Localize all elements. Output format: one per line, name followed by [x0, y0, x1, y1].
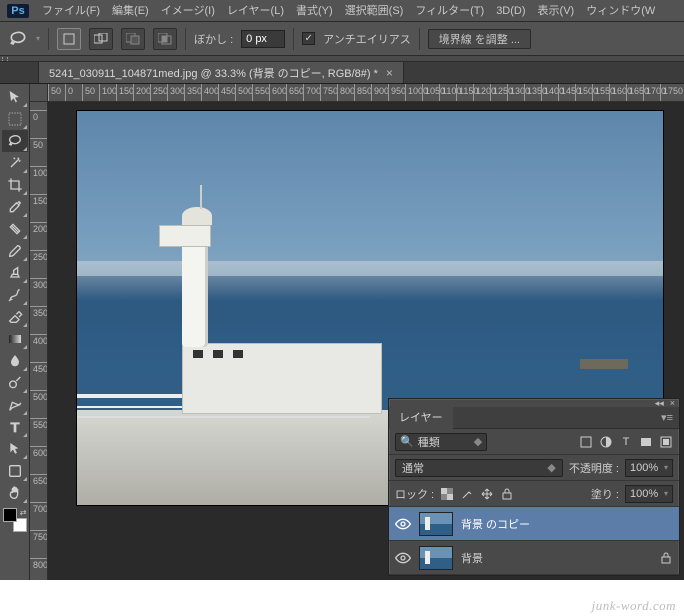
tool-pen[interactable] [2, 394, 28, 416]
menu-file[interactable]: ファイル(F) [36, 0, 106, 22]
feather-input[interactable] [241, 30, 285, 48]
menu-layer[interactable]: レイヤー(L) [221, 0, 290, 22]
tool-type[interactable] [2, 416, 28, 438]
refine-edge-button[interactable]: 境界線 を調整 ... [428, 29, 531, 49]
tool-eyedropper[interactable] [2, 196, 28, 218]
visibility-icon[interactable] [395, 516, 411, 532]
ruler-vertical[interactable]: 0501001502002503003504004505005506006507… [30, 102, 48, 580]
app-logo: Ps [0, 0, 36, 22]
frame-strip [0, 56, 684, 62]
tool-healing[interactable] [2, 218, 28, 240]
layer-name[interactable]: 背景 [461, 550, 483, 566]
tool-magic-wand[interactable] [2, 152, 28, 174]
tools-panel: ⇄ [0, 84, 30, 580]
opacity-input[interactable]: 100%▾ [625, 459, 673, 477]
layer-name[interactable]: 背景 のコピー [461, 516, 530, 532]
tool-crop[interactable] [2, 174, 28, 196]
tool-blur[interactable] [2, 350, 28, 372]
blend-mode-dropdown[interactable]: 通常 ◆ [395, 459, 563, 477]
menu-3d[interactable]: 3D(D) [490, 0, 531, 22]
tool-eraser[interactable] [2, 306, 28, 328]
document-tab[interactable]: 5241_030911_104871med.jpg @ 33.3% (背景 のコ… [38, 61, 404, 83]
visibility-icon[interactable] [395, 550, 411, 566]
tool-move[interactable] [2, 86, 28, 108]
menu-image[interactable]: イメージ(I) [155, 0, 221, 22]
menu-edit[interactable]: 編集(E) [106, 0, 155, 22]
menu-filter[interactable]: フィルター(T) [409, 0, 490, 22]
color-swatches[interactable]: ⇄ [3, 508, 27, 532]
lock-transparency-icon[interactable] [440, 487, 454, 501]
document-tab-bar: 5241_030911_104871med.jpg @ 33.3% (背景 のコ… [0, 62, 684, 84]
canvas-area: 5005010015020025030035040045050055060065… [30, 84, 684, 580]
watermark: junk-word.com [592, 598, 676, 614]
filter-kind-label: 種類 [418, 434, 440, 450]
separator [48, 28, 49, 50]
tool-clone-stamp[interactable] [2, 262, 28, 284]
selection-intersect-button[interactable] [153, 28, 177, 50]
options-bar: ▾ ぼかし : ✓ アンチエイリアス 境界線 を調整 ... [0, 22, 684, 56]
search-icon: 🔍 [400, 435, 414, 448]
filter-type-icon[interactable]: T [619, 435, 633, 449]
separator [185, 28, 186, 50]
ruler-horizontal[interactable]: 5005010015020025030035040045050055060065… [48, 84, 684, 102]
lock-position-icon[interactable] [480, 487, 494, 501]
lasso-icon[interactable] [8, 29, 28, 49]
tool-dodge[interactable] [2, 372, 28, 394]
filter-smart-icon[interactable] [659, 435, 673, 449]
tool-shape[interactable] [2, 460, 28, 482]
menu-window[interactable]: ウィンドウ(W [580, 0, 661, 22]
document-tab-title: 5241_030911_104871med.jpg @ 33.3% (背景 のコ… [49, 65, 378, 81]
menu-bar: Ps ファイル(F) 編集(E) イメージ(I) レイヤー(L) 書式(Y) 選… [0, 0, 684, 22]
selection-add-button[interactable] [89, 28, 113, 50]
foreground-color-swatch[interactable] [3, 508, 17, 522]
blend-mode-value: 通常 [402, 460, 424, 476]
close-panel-icon[interactable]: × [670, 398, 675, 408]
selection-subtract-button[interactable] [121, 28, 145, 50]
lock-pixels-icon[interactable] [460, 487, 474, 501]
layers-tab[interactable]: レイヤー [389, 407, 453, 429]
panel-menu-icon[interactable]: ▾≡ [655, 411, 679, 424]
antialias-checkbox[interactable]: ✓ [302, 32, 315, 45]
fill-value: 100% [630, 488, 658, 500]
menu-select[interactable]: 選択範囲(S) [339, 0, 410, 22]
selection-new-button[interactable] [57, 28, 81, 50]
lock-all-icon[interactable] [500, 487, 514, 501]
layer-row[interactable]: 背景 のコピー [389, 507, 679, 541]
menu-type[interactable]: 書式(Y) [290, 0, 339, 22]
filter-shape-icon[interactable] [639, 435, 653, 449]
workspace: ⇄ 50050100150200250300350400450500550600… [0, 84, 684, 580]
fill-label: 塗り : [591, 486, 619, 502]
menu-view[interactable]: 表示(V) [532, 0, 581, 22]
lock-icon [659, 551, 673, 565]
close-icon[interactable]: × [386, 66, 393, 80]
tool-history-brush[interactable] [2, 284, 28, 306]
ruler-origin[interactable] [30, 84, 48, 102]
swap-colors-icon[interactable]: ⇄ [20, 508, 27, 517]
filter-pixel-icon[interactable] [579, 435, 593, 449]
layer-thumbnail[interactable] [419, 512, 453, 536]
feather-label: ぼかし : [194, 31, 233, 47]
collapse-icon[interactable]: ◂◂ [655, 398, 664, 409]
opacity-label: 不透明度 : [569, 460, 619, 476]
antialias-label: アンチエイリアス [323, 31, 411, 47]
tool-gradient[interactable] [2, 328, 28, 350]
tool-hand[interactable] [2, 482, 28, 504]
layer-filter-search[interactable]: 🔍 種類 ◆ [395, 433, 487, 451]
layer-list: 背景 のコピー 背景 [389, 507, 679, 575]
tool-brush[interactable] [2, 240, 28, 262]
opacity-value: 100% [630, 462, 658, 474]
lock-label: ロック : [395, 486, 434, 502]
separator [293, 28, 294, 50]
layers-panel: ◂◂ × レイヤー ▾≡ 🔍 種類 ◆ T [388, 398, 680, 576]
filter-adjustment-icon[interactable] [599, 435, 613, 449]
layer-thumbnail[interactable] [419, 546, 453, 570]
tool-lasso[interactable] [2, 130, 28, 152]
tool-path-select[interactable] [2, 438, 28, 460]
tool-marquee[interactable] [2, 108, 28, 130]
fill-input[interactable]: 100%▾ [625, 485, 673, 503]
layer-row[interactable]: 背景 [389, 541, 679, 575]
separator [419, 28, 420, 50]
